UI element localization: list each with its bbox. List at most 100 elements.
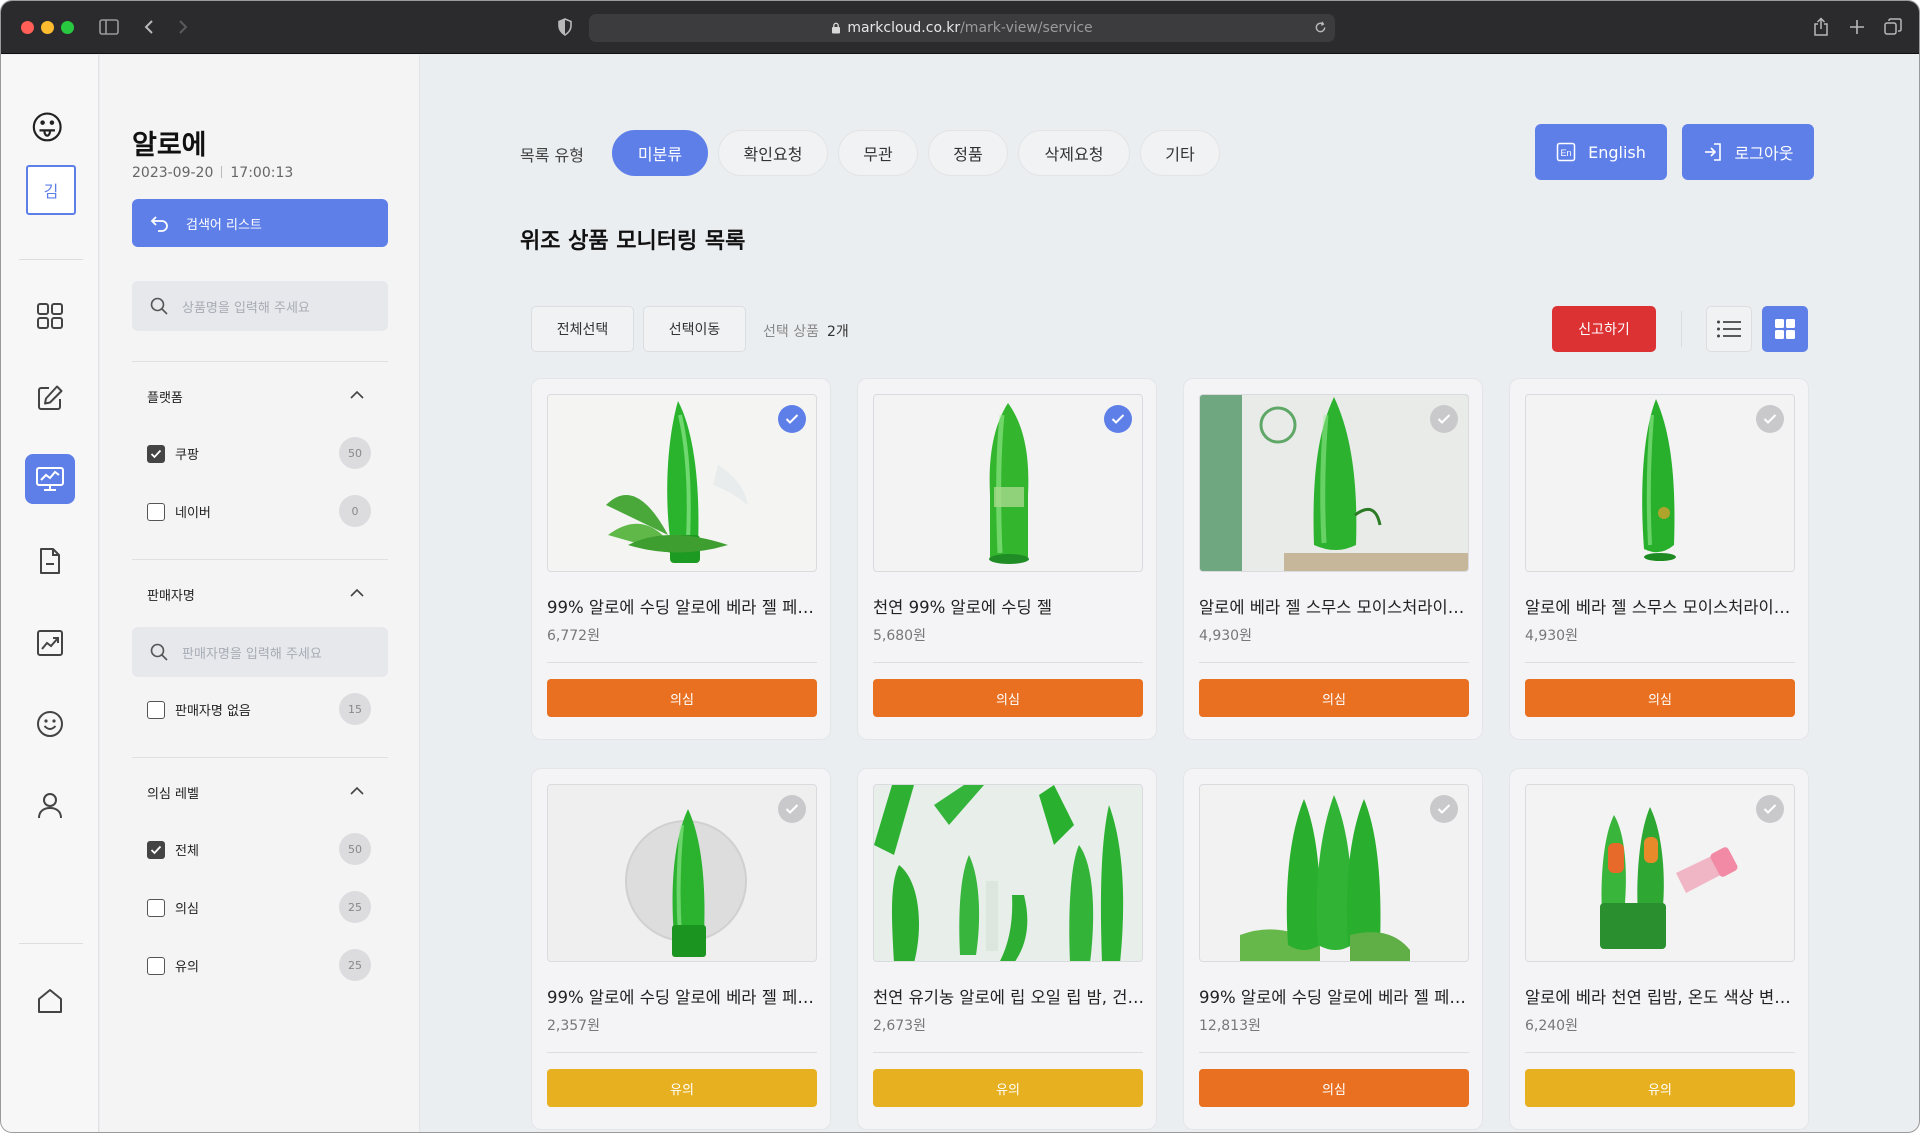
checkbox[interactable] — [147, 956, 165, 975]
tab-unrelated[interactable]: 무관 — [838, 130, 918, 176]
suspicion-option-caution[interactable]: 유의 — [147, 956, 199, 975]
card-divider — [547, 1052, 817, 1053]
edit-icon[interactable] — [25, 373, 75, 423]
product-name[interactable]: 99% 알로에 수딩 알로에 베라 젤 페이셜 바디 수분 진정 — [547, 984, 819, 1008]
product-card[interactable]: 99% 알로에 수딩 알로에 베라 젤 페이셜 바디 수분 진정 12,813원… — [1183, 768, 1483, 1130]
checkbox[interactable] — [147, 444, 165, 463]
tab-genuine[interactable]: 정품 — [928, 130, 1008, 176]
platform-option-coupang[interactable]: 쿠팡 — [147, 444, 199, 463]
suspicion-level-button[interactable]: 의심 — [547, 679, 817, 717]
smile-icon[interactable] — [25, 699, 75, 749]
product-card[interactable]: 알로에 베라 젤 스무스 모이스처라이징 수딩 젤 4,930원 의심 — [1509, 378, 1809, 740]
tab-delete-request[interactable]: 삭제요청 — [1018, 130, 1130, 176]
checkbox[interactable] — [147, 700, 165, 719]
product-image[interactable] — [547, 784, 817, 962]
product-card[interactable]: 알로에 베라 천연 립밤, 온도 색상 변화 립스틱 6,240원 유의 — [1509, 768, 1809, 1130]
product-name[interactable]: 천연 99% 알로에 수딩 젤 — [873, 594, 1145, 618]
forward-arrow-icon[interactable] — [171, 15, 195, 39]
close-window-button[interactable] — [21, 21, 34, 34]
sidebar-toggle-icon[interactable] — [97, 15, 121, 39]
seller-search-input[interactable]: 판매자명을 입력해 주세요 — [132, 627, 388, 677]
product-image[interactable] — [1199, 394, 1469, 572]
user-icon[interactable] — [25, 781, 75, 831]
check-icon[interactable] — [1756, 405, 1784, 433]
product-image[interactable] — [1525, 394, 1795, 572]
product-name[interactable]: 알로에 베라 젤 스무스 모이스처라이징 수딩 젤 — [1525, 594, 1797, 618]
share-icon[interactable] — [1809, 15, 1833, 39]
suspicion-level-button[interactable]: 의심 — [1199, 679, 1469, 717]
suspicion-level-button[interactable]: 유의 — [1525, 1069, 1795, 1107]
minimize-window-button[interactable] — [41, 21, 54, 34]
product-image[interactable] — [1199, 784, 1469, 962]
product-image[interactable] — [873, 394, 1143, 572]
checkbox[interactable] — [147, 840, 165, 859]
chevron-up-icon[interactable] — [350, 586, 364, 600]
chevron-up-icon[interactable] — [350, 388, 364, 402]
suspicion-option-all[interactable]: 전체 — [147, 840, 199, 859]
english-button[interactable]: En English — [1535, 124, 1667, 180]
tab-confirm-request[interactable]: 확인요청 — [718, 130, 828, 176]
svg-text:En: En — [1561, 148, 1572, 158]
product-name[interactable]: 알로에 베라 천연 립밤, 온도 색상 변화 립스틱 — [1525, 984, 1797, 1008]
product-card[interactable]: 천연 유기농 알로에 립 오일 립 밤, 건조 방지 보습 2,673원 유의 — [857, 768, 1157, 1130]
zoom-window-button[interactable] — [61, 21, 74, 34]
address-bar[interactable]: markcloud.co.kr/mark-view/service — [589, 14, 1335, 42]
dashboard-icon[interactable] — [25, 291, 75, 341]
product-image[interactable] — [547, 394, 817, 572]
document-icon[interactable] — [25, 536, 75, 586]
product-image[interactable] — [873, 784, 1143, 962]
suspicion-level-button[interactable]: 의심 — [1525, 679, 1795, 717]
tab-unclassified[interactable]: 미분류 — [612, 130, 708, 176]
suspicion-level-button[interactable]: 의심 — [1199, 1069, 1469, 1107]
product-card[interactable]: 99% 알로에 수딩 알로에 베라 젤 페이셜 바디 수분 진정 6,772원 … — [531, 378, 831, 740]
check-icon[interactable] — [1430, 405, 1458, 433]
keyword-list-button[interactable]: 검색어 리스트 — [132, 199, 388, 247]
url-path: /mark-view/service — [960, 20, 1093, 36]
trend-chart-icon[interactable] — [25, 618, 75, 668]
suspicion-option-suspect[interactable]: 의심 — [147, 898, 199, 917]
grid-icon — [1775, 319, 1795, 339]
toolbar-divider — [1681, 311, 1682, 347]
checkbox[interactable] — [147, 502, 165, 521]
select-all-button[interactable]: 전체선택 — [531, 306, 634, 352]
search-icon — [150, 297, 168, 315]
grid-view-button[interactable] — [1762, 306, 1808, 352]
tab-overview-icon[interactable] — [1881, 15, 1905, 39]
suspicion-level-button[interactable]: 유의 — [547, 1069, 817, 1107]
reload-icon[interactable] — [1314, 21, 1327, 34]
product-name[interactable]: 99% 알로에 수딩 알로에 베라 젤 페이셜 바디 수분 진정 — [1199, 984, 1471, 1008]
product-card[interactable]: 천연 99% 알로에 수딩 젤 5,680원 의심 — [857, 378, 1157, 740]
tab-other[interactable]: 기타 — [1140, 130, 1220, 176]
product-name[interactable]: 알로에 베라 젤 스무스 모이스처라이징 수딩 젤 — [1199, 594, 1471, 618]
browser-toolbar: markcloud.co.kr/mark-view/service — [1, 1, 1919, 54]
checkbox[interactable] — [147, 898, 165, 917]
check-icon[interactable] — [1430, 795, 1458, 823]
monitor-icon[interactable] — [25, 454, 75, 504]
user-initial-avatar[interactable]: 김 — [26, 165, 76, 215]
product-card[interactable]: 알로에 베라 젤 스무스 모이스처라이징 수딩 젤 4,930원 의심 — [1183, 378, 1483, 740]
seller-option-none[interactable]: 판매자명 없음 — [147, 700, 251, 719]
logout-button[interactable]: 로그아웃 — [1682, 124, 1814, 180]
report-button[interactable]: 신고하기 — [1552, 306, 1656, 352]
undo-arrow-icon — [150, 216, 168, 232]
shield-icon[interactable] — [553, 15, 577, 39]
back-arrow-icon[interactable] — [137, 15, 161, 39]
suspicion-level-button[interactable]: 유의 — [873, 1069, 1143, 1107]
chevron-up-icon[interactable] — [350, 784, 364, 798]
check-icon[interactable] — [1756, 795, 1784, 823]
suspicion-level-button[interactable]: 의심 — [873, 679, 1143, 717]
check-icon[interactable] — [778, 405, 806, 433]
move-selected-button[interactable]: 선택이동 — [643, 306, 746, 352]
check-icon[interactable] — [1104, 405, 1132, 433]
new-tab-icon[interactable] — [1845, 15, 1869, 39]
product-card[interactable]: 99% 알로에 수딩 알로에 베라 젤 페이셜 바디 수분 진정 2,357원 … — [531, 768, 831, 1130]
list-view-button[interactable] — [1706, 306, 1752, 352]
platform-option-naver[interactable]: 네이버 — [147, 502, 211, 521]
product-name[interactable]: 99% 알로에 수딩 알로에 베라 젤 페이셜 바디 수분 진정 — [547, 594, 819, 618]
product-name[interactable]: 천연 유기농 알로에 립 오일 립 밤, 건조 방지 보습 — [873, 984, 1145, 1008]
product-image[interactable] — [1525, 784, 1795, 962]
check-icon[interactable] — [778, 795, 806, 823]
home-icon[interactable] — [25, 976, 75, 1026]
card-divider — [1525, 662, 1795, 663]
product-search-input[interactable]: 상품명을 입력해 주세요 — [132, 281, 388, 331]
